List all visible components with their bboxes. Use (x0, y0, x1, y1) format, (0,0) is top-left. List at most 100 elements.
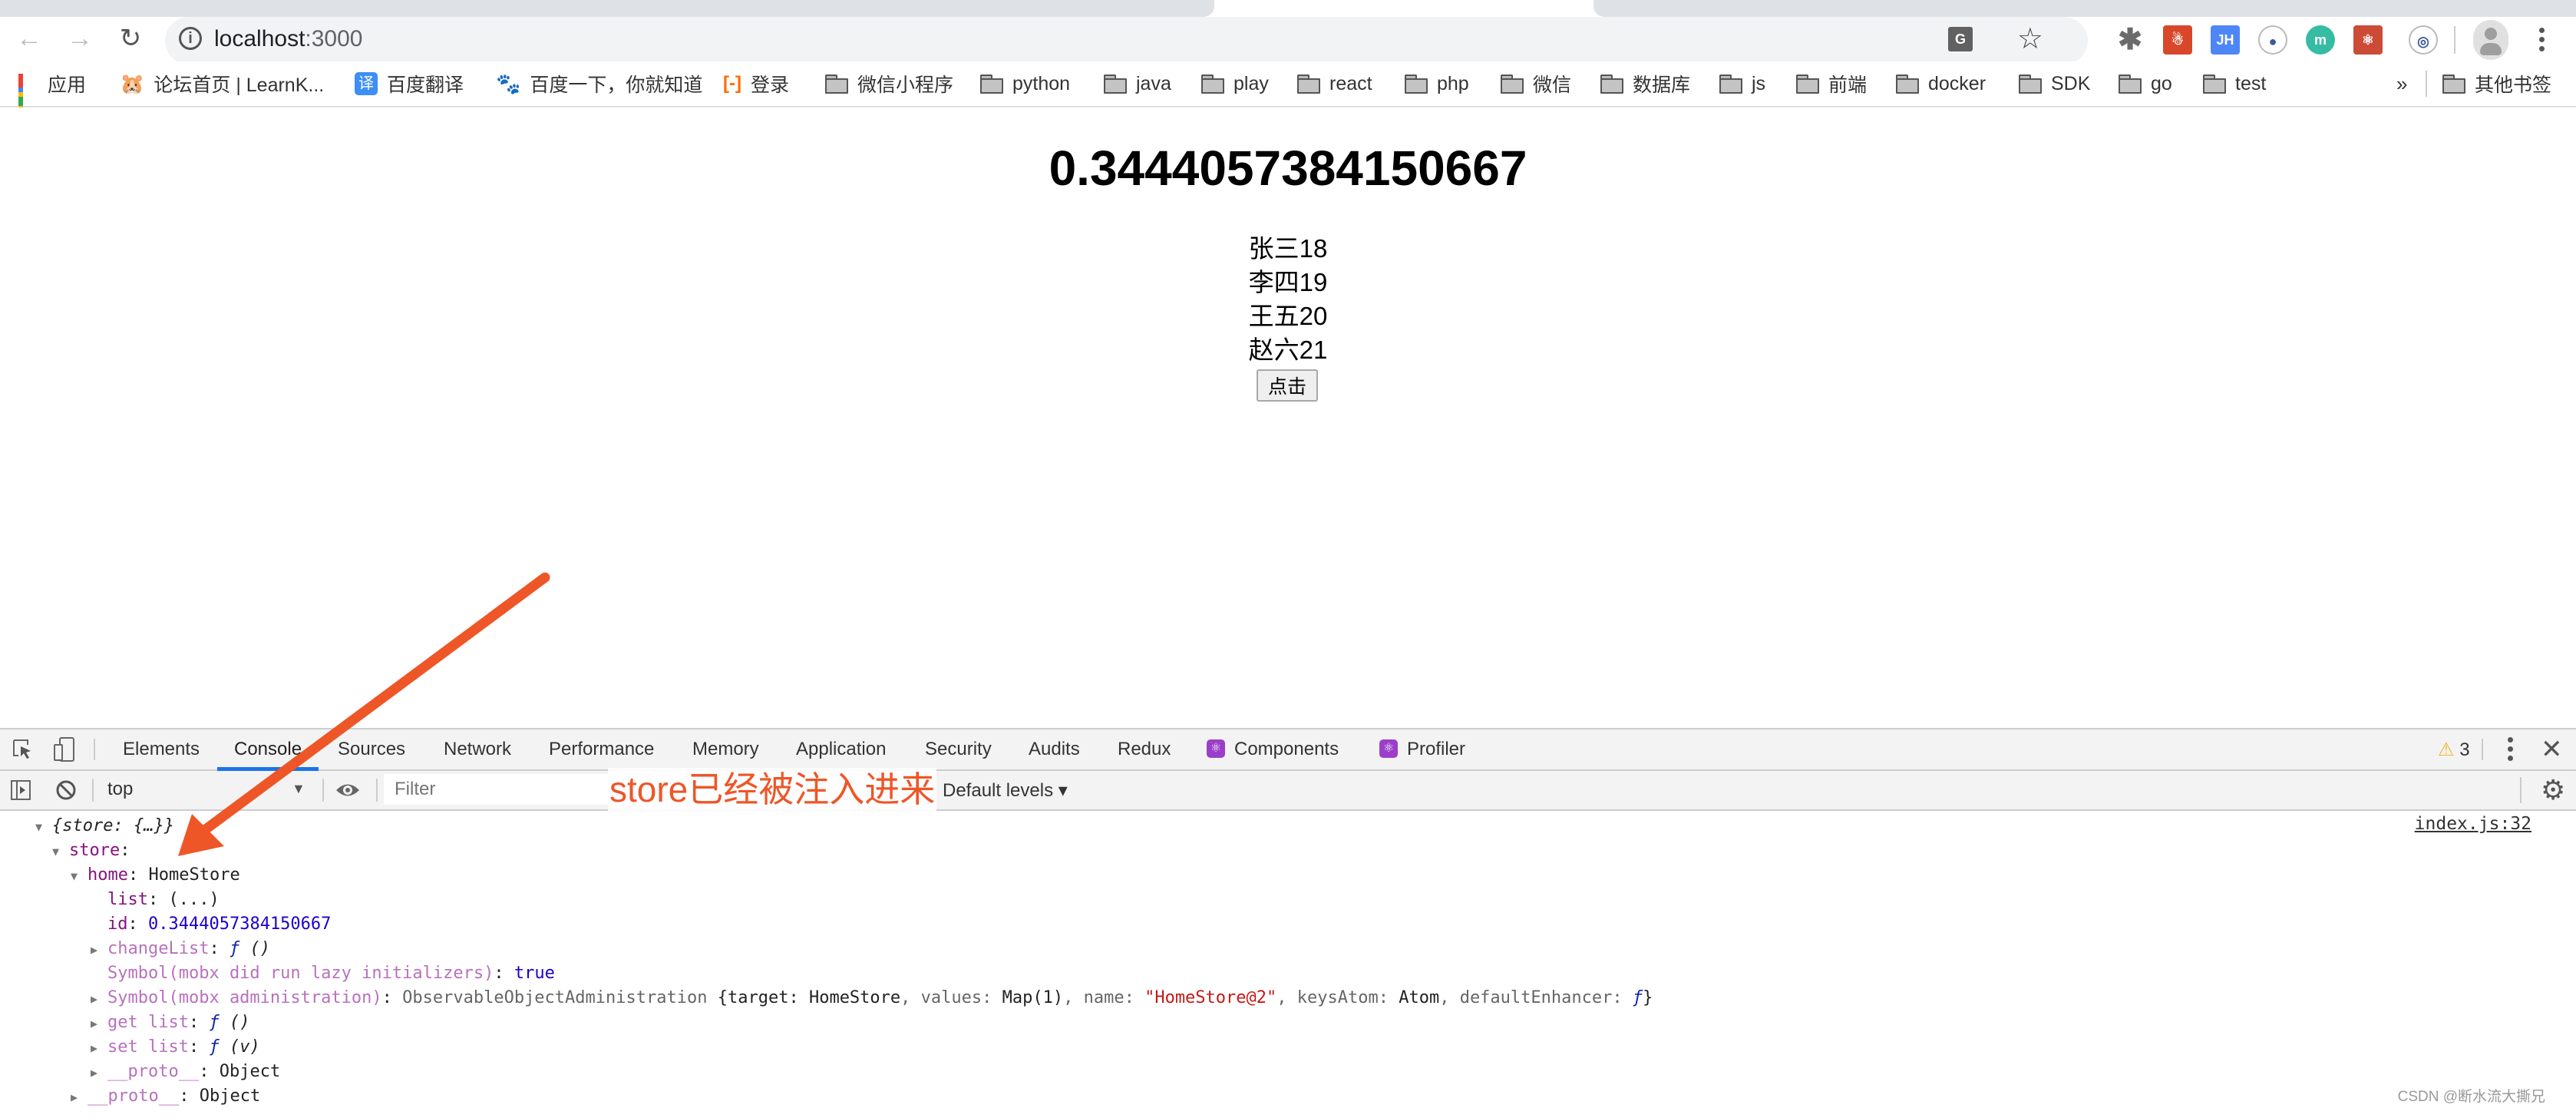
bookmark-8[interactable]: play (1201, 72, 1269, 95)
expanded-triangle-icon[interactable]: ▼ (35, 815, 52, 839)
context-value: top (107, 779, 134, 799)
bookmark-16[interactable]: SDK (2019, 72, 2090, 95)
bookmark-11[interactable]: 微信 (1501, 72, 1571, 96)
console-line-store[interactable]: ▼ store: (52, 838, 130, 863)
console-line-admin[interactable]: ▶ Symbol(mobx administration): Observable… (91, 986, 1653, 1011)
other-bookmarks-label: 其他书签 (2475, 74, 2552, 96)
bookmark-18[interactable]: test (2203, 72, 2266, 95)
tab-strip (0, 0, 2576, 17)
admin-values: Map(1) (1002, 988, 1064, 1007)
forward-button[interactable]: → (61, 20, 98, 57)
collapsed-triangle-icon[interactable]: ▶ (91, 1011, 107, 1036)
reload-button[interactable]: ↻ (112, 20, 149, 57)
bookmark-0[interactable]: 应用 (18, 72, 86, 115)
console-line-get-list[interactable]: ▶ get list: ƒ () (91, 1011, 249, 1035)
tab-network[interactable]: Network (444, 729, 511, 769)
tab-sources[interactable]: Sources (338, 729, 405, 769)
function-args: (v) (229, 1037, 260, 1057)
toolbar-divider (376, 779, 378, 802)
close-devtools-icon[interactable]: ✕ (2541, 734, 2563, 765)
bookmark-4[interactable]: [-] 登录 (723, 72, 789, 96)
tab-components[interactable]: ⚛ Components (1207, 729, 1339, 769)
translate-icon[interactable]: G (1948, 27, 1973, 51)
bookmark-1[interactable]: 🐹 论坛首页 | LearnK... (120, 72, 324, 97)
console-line-home[interactable]: ▼ home: HomeStore (71, 863, 240, 888)
console-line-root[interactable]: ▼ {store: {…}} (35, 814, 174, 838)
other-bookmarks[interactable]: 其他书签 (2442, 72, 2552, 96)
bookmarks-overflow-button[interactable]: » (2396, 72, 2407, 95)
list-value[interactable]: (...) (168, 890, 219, 909)
tab-application[interactable]: Application (796, 729, 886, 769)
warnings-indicator[interactable]: ⚠ 3 (2438, 739, 2470, 761)
home-key: home (88, 865, 128, 885)
console-line-store-proto[interactable]: ▶ __proto__: Object (71, 1084, 260, 1109)
expanded-triangle-icon[interactable]: ▼ (71, 864, 88, 888)
bookmark-star-icon[interactable]: ☆ (2017, 22, 2043, 56)
back-button[interactable]: ← (11, 20, 48, 57)
console-settings-gear-icon[interactable]: ⚙ (2541, 774, 2565, 806)
aliyun-login-icon: [-] (723, 73, 741, 94)
tab-console[interactable]: Console (216, 729, 319, 771)
gear-extension-icon[interactable]: ✱ (2115, 25, 2145, 55)
address-bar[interactable]: i localhost:3000 G ☆ (165, 17, 2088, 64)
tab-performance[interactable]: Performance (549, 729, 654, 769)
baidu-translate-icon: 译 (355, 72, 378, 95)
console-line-set-list[interactable]: ▶ set list: ƒ (v) (91, 1035, 260, 1060)
red-extension-icon[interactable]: ☃ (2163, 25, 2192, 55)
log-levels-dropdown[interactable]: Default levels ▾ (943, 779, 1068, 802)
tab-label: Profiler (1407, 739, 1466, 759)
lazy-key: Symbol(mobx did run lazy initializers) (107, 964, 494, 983)
inspect-element-icon[interactable] (12, 739, 32, 760)
m-extension-icon[interactable]: m (2306, 25, 2335, 55)
device-toolbar-icon[interactable] (54, 737, 75, 762)
tab-profiler[interactable]: ⚛ Profiler (1379, 729, 1465, 769)
bookmark-7[interactable]: java (1104, 72, 1171, 95)
chat-extension-icon[interactable]: ● (2258, 25, 2287, 55)
bookmark-17[interactable]: go (2119, 72, 2172, 95)
bookmark-15[interactable]: docker (1896, 72, 1986, 95)
admin-brace: } (1643, 988, 1653, 1007)
live-expression-eye-icon[interactable] (335, 780, 361, 800)
toolbar-divider (92, 779, 94, 802)
inactive-tab-left[interactable] (0, 0, 1214, 17)
tab-elements[interactable]: Elements (123, 729, 200, 769)
tab-redux[interactable]: Redux (1118, 729, 1171, 769)
click-button[interactable]: 点击 (1257, 369, 1318, 402)
bookmark-12[interactable]: 数据库 (1600, 72, 1690, 96)
profile-avatar[interactable] (2473, 20, 2508, 60)
collapsed-triangle-icon[interactable]: ▶ (91, 987, 107, 1011)
react-extension-icon[interactable]: ⚛ (2353, 25, 2383, 55)
clear-console-icon[interactable] (55, 779, 77, 801)
inactive-tab-right[interactable] (1593, 0, 2576, 17)
collapsed-triangle-icon[interactable]: ▶ (91, 1036, 107, 1060)
collapsed-triangle-icon[interactable]: ▶ (91, 1060, 107, 1085)
ring-extension-icon[interactable]: ◎ (2409, 25, 2438, 55)
tab-audits[interactable]: Audits (1029, 729, 1080, 769)
console-line-changelist[interactable]: ▶ changeList: ƒ () (91, 937, 270, 961)
bookmark-2[interactable]: 译百度翻译 (355, 72, 464, 96)
tab-memory[interactable]: Memory (692, 729, 759, 769)
context-selector[interactable]: top ▼ (107, 779, 307, 800)
bookmark-10[interactable]: php (1405, 72, 1469, 95)
id-value: 0.3444057384150667 (148, 915, 332, 934)
devtools-menu-icon[interactable] (2508, 737, 2514, 765)
console-line-home-proto[interactable]: ▶ __proto__: Object (91, 1060, 280, 1084)
console-line-list[interactable]: list: (...) (107, 888, 220, 912)
bookmark-label: 百度一下，你就知道 (530, 74, 703, 96)
source-link[interactable]: index.js:32 (2415, 814, 2531, 834)
bookmark-6[interactable]: python (980, 72, 1070, 95)
bookmark-5[interactable]: 微信小程序 (825, 72, 953, 96)
tab-security[interactable]: Security (925, 729, 992, 769)
expanded-triangle-icon[interactable]: ▼ (52, 839, 69, 864)
info-icon[interactable]: i (179, 27, 202, 50)
collapsed-triangle-icon[interactable]: ▶ (71, 1085, 88, 1110)
bookmark-14[interactable]: 前端 (1796, 72, 1867, 96)
collapsed-triangle-icon[interactable]: ▶ (91, 938, 107, 962)
sidebar-toggle-icon[interactable] (11, 780, 31, 800)
jh-extension-icon[interactable]: JH (2211, 25, 2240, 55)
bookmark-13[interactable]: js (1719, 72, 1765, 95)
bookmark-3[interactable]: 🐾 百度一下，你就知道 (496, 72, 703, 97)
browser-menu-icon[interactable] (2539, 28, 2545, 55)
bookmark-9[interactable]: react (1297, 72, 1372, 95)
url-text[interactable]: localhost:3000 (214, 26, 362, 52)
